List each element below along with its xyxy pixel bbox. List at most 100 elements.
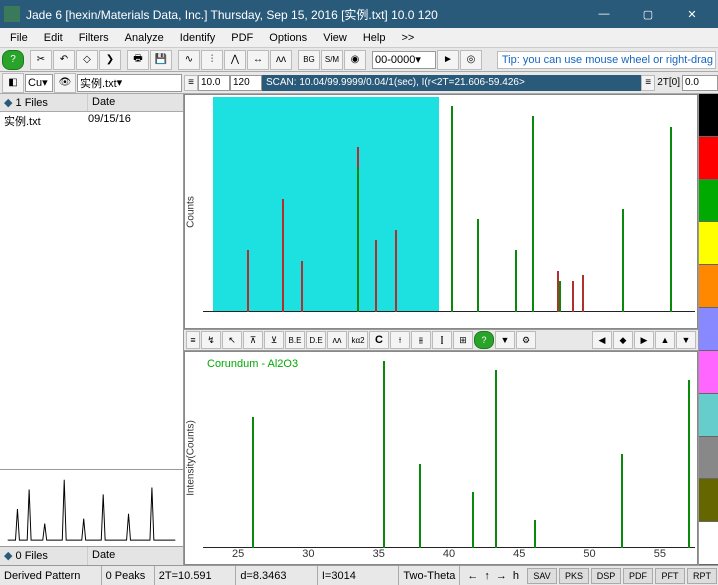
globe2-icon[interactable]: ◎	[460, 50, 482, 70]
go-icon[interactable]: ►	[437, 50, 459, 70]
color-swatch[interactable]	[699, 94, 718, 137]
grid-icon[interactable]: ⊞	[453, 331, 473, 349]
app-icon	[4, 6, 20, 22]
menu-file[interactable]: File	[2, 30, 36, 46]
color-swatch[interactable]	[699, 479, 718, 522]
color-swatch[interactable]	[699, 522, 718, 565]
help-icon[interactable]: ?	[2, 50, 24, 70]
two-theta-zero-input[interactable]	[682, 75, 718, 91]
globe-icon[interactable]: ◉	[344, 50, 366, 70]
file-list[interactable]: 实例.txt 09/15/16	[0, 112, 183, 469]
peak	[383, 361, 385, 548]
color-swatch[interactable]	[699, 222, 718, 265]
bg-icon[interactable]: BG	[298, 50, 320, 70]
menu-view[interactable]: View	[315, 30, 355, 46]
window-title: Jade 6 [hexin/Materials Data, Inc.] Thur…	[26, 6, 582, 23]
color-swatch[interactable]	[699, 394, 718, 437]
folder-icon[interactable]: ❯	[99, 50, 121, 70]
c-icon[interactable]: C	[369, 331, 389, 349]
peak	[357, 168, 359, 312]
close-button[interactable]: ✕	[670, 0, 714, 28]
color-swatch[interactable]	[699, 180, 718, 223]
file-count-header[interactable]: ◆ 1 Files	[0, 94, 88, 111]
nav-updown-icon[interactable]: ◆	[613, 331, 633, 349]
be-icon[interactable]: B.E	[285, 331, 305, 349]
arrow-btn[interactable]: →	[493, 570, 510, 582]
arrow-btn[interactable]: ←	[464, 570, 481, 582]
expand3-icon[interactable]: ≡	[186, 331, 200, 349]
tool2-icon[interactable]: ⫵	[411, 331, 431, 349]
color-swatch[interactable]	[699, 265, 718, 308]
tool-a-icon[interactable]: ⊼	[243, 331, 263, 349]
zoom-icon[interactable]: ↯	[201, 331, 221, 349]
tool3-icon[interactable]: ⫿	[432, 331, 452, 349]
color-swatch[interactable]	[699, 308, 718, 351]
sm-icon[interactable]: S/M	[321, 50, 343, 70]
color-swatch[interactable]	[699, 437, 718, 480]
arrow-btn[interactable]: ↑	[481, 570, 493, 582]
peaks-icon[interactable]: ᴧᴧ	[270, 50, 292, 70]
help2-icon[interactable]: ?	[474, 331, 494, 349]
save-icon[interactable]: 💾	[150, 50, 172, 70]
status-btn-pdf[interactable]: PDF	[623, 568, 653, 584]
pdf-number-combo[interactable]: 00-0000 ▾	[372, 51, 436, 69]
cursor-icon[interactable]: ↖	[222, 331, 242, 349]
tool1-icon[interactable]: ⟊	[390, 331, 410, 349]
file-date: 09/15/16	[88, 113, 131, 129]
overview-chart[interactable]	[0, 469, 183, 547]
peak	[582, 275, 584, 312]
range-start-input[interactable]	[198, 75, 230, 91]
tool-b-icon[interactable]: ⊻	[264, 331, 284, 349]
element-combo[interactable]: Cu▾	[25, 74, 53, 92]
maximize-button[interactable]: ▢	[626, 0, 670, 28]
menu-pdf[interactable]: PDF	[223, 30, 261, 46]
de-icon[interactable]: D.E	[306, 331, 326, 349]
color-swatch[interactable]	[699, 137, 718, 180]
date-header-2[interactable]: Date	[88, 547, 119, 565]
status-x-mode[interactable]: Two-Theta	[399, 566, 460, 585]
down-icon[interactable]: ▼	[495, 331, 515, 349]
status-btn-pft[interactable]: PFT	[655, 568, 685, 584]
menu-help[interactable]: Help	[355, 30, 394, 46]
wave1-icon[interactable]: ∿	[178, 50, 200, 70]
menu-identify[interactable]: Identify	[172, 30, 223, 46]
color-swatch[interactable]	[699, 351, 718, 394]
print-icon[interactable]: 🖶	[127, 50, 149, 70]
reference-pattern-chart[interactable]: Intensity(Counts) Corundum - Al2O3 25303…	[184, 351, 698, 565]
status-btn-pks[interactable]: PKS	[559, 568, 589, 584]
menu-filters[interactable]: Filters	[71, 30, 117, 46]
range-end-input[interactable]	[230, 75, 262, 91]
ka2-icon[interactable]: kα2	[348, 331, 368, 349]
expand2-icon[interactable]: ≡	[641, 75, 655, 91]
wave2-icon[interactable]: ⫶	[201, 50, 223, 70]
wave4-icon[interactable]: ↔	[247, 50, 269, 70]
status-btn-rpt[interactable]: RPT	[687, 568, 717, 584]
file-combo[interactable]: 实例.txt ▾	[77, 74, 182, 92]
nav-down-icon[interactable]: ▼	[676, 331, 696, 349]
eye-icon[interactable]: 👁	[54, 73, 76, 93]
file-row[interactable]: 实例.txt 09/15/16	[0, 112, 183, 130]
nav-up-icon[interactable]: ▲	[655, 331, 675, 349]
new-icon[interactable]: ✂	[30, 50, 52, 70]
status-btn-sav[interactable]: SAV	[527, 568, 557, 584]
open-icon[interactable]: ↶	[53, 50, 75, 70]
date-header[interactable]: Date	[88, 94, 183, 111]
menu-edit[interactable]: Edit	[36, 30, 71, 46]
peaks2-icon[interactable]: ᴧᴧ	[327, 331, 347, 349]
file-count-header-2[interactable]: ◆ 0 Files	[0, 547, 88, 565]
menu-more[interactable]: >>	[393, 30, 422, 46]
nav-left-icon[interactable]: ◀	[592, 331, 612, 349]
open2-icon[interactable]: ◇	[76, 50, 98, 70]
wave3-icon[interactable]: ⋀	[224, 50, 246, 70]
element-picker-icon[interactable]: ◧	[2, 73, 24, 93]
expand1-icon[interactable]: ≡	[184, 75, 198, 91]
status-btn-dsp[interactable]: DSP	[591, 568, 621, 584]
menu-options[interactable]: Options	[261, 30, 315, 46]
status-intensity: I=3014	[318, 566, 400, 585]
menu-analyze[interactable]: Analyze	[117, 30, 172, 46]
nav-right-icon[interactable]: ▶	[634, 331, 654, 349]
gear-icon[interactable]: ⚙	[516, 331, 536, 349]
measured-pattern-chart[interactable]: Counts	[184, 94, 698, 329]
arrow-btn[interactable]: h	[510, 570, 522, 582]
minimize-button[interactable]: —	[582, 0, 626, 28]
